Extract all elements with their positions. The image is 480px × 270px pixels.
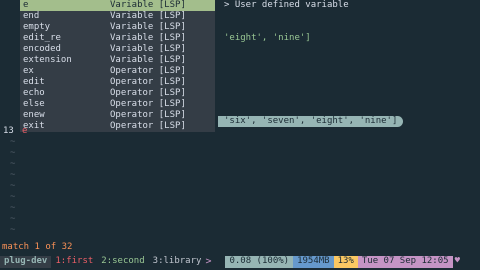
code-line: 'eight', 'nine']	[224, 33, 311, 43]
completion-item[interactable]: end Variable [LSP]	[20, 11, 215, 22]
tilde: ~	[10, 148, 16, 158]
doc-arrow: >	[224, 0, 230, 10]
completion-item[interactable]: edit Operator [LSP]	[20, 77, 215, 88]
completion-word: enew	[23, 110, 45, 120]
cursor: e	[22, 126, 28, 136]
tilde: ~	[10, 192, 16, 202]
completion-word: empty	[23, 22, 51, 32]
completion-word: exit	[23, 121, 45, 131]
tilde: ~	[10, 181, 16, 191]
tmux-window-2[interactable]: 2:second	[97, 256, 148, 268]
completion-doc-preview: > User defined variable	[215, 0, 480, 11]
completion-word: else	[23, 99, 45, 109]
completion-item[interactable]: empty Variable [LSP]	[20, 22, 215, 33]
completion-word: end	[23, 11, 40, 21]
completion-word: extension	[23, 55, 72, 65]
completion-word: e	[23, 0, 29, 10]
completion-item[interactable]: encoded Variable [LSP]	[20, 44, 215, 55]
line-number-current: 13	[3, 126, 14, 136]
completion-kind: Variable [LSP]	[110, 44, 186, 54]
tilde: ~	[10, 170, 16, 180]
completion-kind: Variable [LSP]	[110, 33, 186, 43]
tmux-cpu: 13%	[333, 255, 358, 268]
tmux-window-1[interactable]: 1:first	[51, 255, 98, 268]
tmux-load: 0.08 (100%)	[225, 255, 294, 268]
tmux-arrow-icon: >	[205, 256, 212, 267]
completion-item[interactable]: exit Operator [LSP]	[20, 121, 215, 132]
tmux-memory: 1954MB	[293, 255, 334, 268]
completion-word: edit_re	[23, 33, 61, 43]
completion-item[interactable]: else Operator [LSP]	[20, 99, 215, 110]
completion-kind: Operator [LSP]	[110, 99, 186, 109]
empty-lines: ~ ~ ~ ~ ~ ~ ~ ~ ~	[0, 137, 22, 236]
completion-kind: Operator [LSP]	[110, 121, 186, 131]
doc-text: User defined variable	[234, 0, 349, 10]
tmux-window-3[interactable]: 3:library	[149, 256, 206, 268]
heart-icon: ♥	[454, 256, 460, 266]
command-line: match 1 of 32	[2, 242, 73, 252]
tilde: ~	[10, 225, 16, 235]
completion-kind: Variable [LSP]	[110, 22, 186, 32]
virtual-text-hint: 'six', 'seven', 'eight', 'nine']	[218, 116, 404, 127]
completion-item[interactable]: enew Operator [LSP]	[20, 110, 215, 121]
tmux-status-bar: plug-dev 1:first 2:second 3:library > 0.…	[0, 253, 480, 270]
completion-word: encoded	[23, 44, 61, 54]
tilde: ~	[10, 137, 16, 147]
tilde: ~	[10, 203, 16, 213]
completion-popup[interactable]: e Variable [LSP] end Variable [LSP] empty V…	[20, 0, 215, 132]
completion-item[interactable]: edit_re Variable [LSP]	[20, 33, 215, 44]
tilde: ~	[10, 214, 16, 224]
completion-kind: Operator [LSP]	[110, 77, 186, 87]
completion-kind: Variable [LSP]	[110, 55, 186, 65]
completion-word: edit	[23, 77, 45, 87]
tmux-session[interactable]: plug-dev	[0, 255, 52, 268]
completion-word: echo	[23, 88, 45, 98]
completion-kind: Variable [LSP]	[110, 0, 186, 10]
completion-kind: Variable [LSP]	[110, 11, 186, 21]
tmux-datetime: Tue 07 Sep 12:05	[357, 255, 453, 268]
tilde: ~	[10, 159, 16, 169]
completion-kind: Operator [LSP]	[110, 66, 186, 76]
completion-item[interactable]: echo Operator [LSP]	[20, 88, 215, 99]
completion-item[interactable]: extension Variable [LSP]	[20, 55, 215, 66]
completion-item[interactable]: ex Operator [LSP]	[20, 66, 215, 77]
completion-kind: Operator [LSP]	[110, 110, 186, 120]
completion-word: ex	[23, 66, 34, 76]
completion-kind: Operator [LSP]	[110, 88, 186, 98]
editor-window[interactable]: e Variable [LSP] end Variable [LSP] empty V…	[0, 0, 480, 242]
completion-item[interactable]: e Variable [LSP]	[20, 0, 215, 11]
